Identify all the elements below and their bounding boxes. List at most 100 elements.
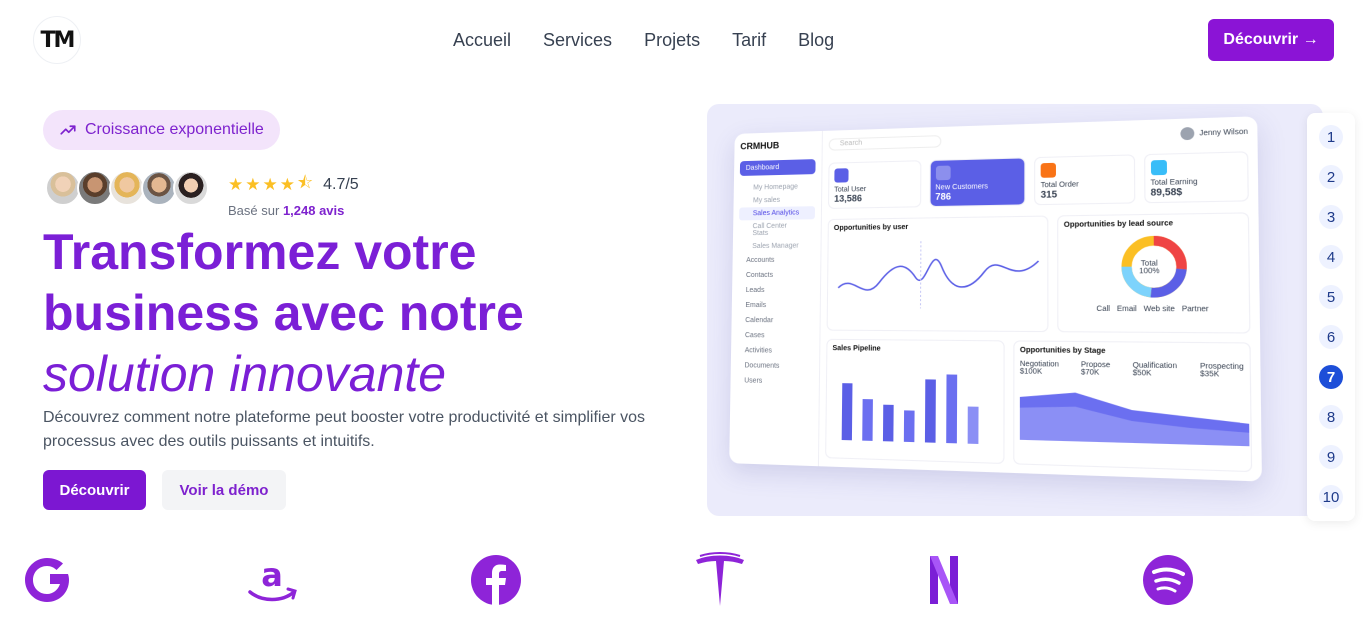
discover-button[interactable]: Découvrir: [43, 470, 146, 510]
dashboard-menu-item: Cases: [744, 332, 765, 340]
dashboard-menu-item: Activities: [744, 347, 772, 355]
page-button-5[interactable]: 5: [1319, 285, 1343, 309]
headline-italic: solution innovante: [43, 346, 447, 402]
avatar: [109, 170, 145, 206]
opportunities-by-user-panel: Opportunities by user: [826, 215, 1049, 333]
slide-pagination: 1 2 3 4 5 6 7 8 9 10: [1307, 113, 1355, 521]
donut-center-value: 100%: [1139, 267, 1160, 276]
dashboard-stat-cards: Total User 13,586 New Customers 786 Tota…: [828, 151, 1249, 209]
star-half-icon: ⯪: [297, 173, 314, 192]
growth-badge: Croissance exponentielle: [43, 110, 280, 150]
page-button-3[interactable]: 3: [1319, 205, 1343, 229]
stat-card-value: 315: [1040, 189, 1058, 200]
rating-count-prefix: Basé sur: [228, 203, 280, 218]
main-nav: Accueil Services Projets Tarif Blog: [453, 30, 834, 51]
avatar: [45, 170, 81, 206]
customer-avatars: [45, 170, 209, 206]
dashboard-topbar: Search Jenny Wilson: [828, 123, 1249, 153]
legend-item: Call: [1096, 305, 1111, 314]
demo-button[interactable]: Voir la démo: [162, 470, 286, 510]
google-logo-icon: [25, 558, 69, 602]
dashboard-submenu-item: Sales Manager: [752, 242, 799, 251]
landing-page: TM Accueil Services Projets Tarif Blog D…: [0, 0, 1366, 633]
stat-card: New Customers 786: [928, 157, 1026, 208]
nav-link-tarif[interactable]: Tarif: [732, 30, 766, 51]
hero-lead: Découvrez comment notre plateforme peut …: [43, 409, 646, 450]
dashboard-menu-item: Calendar: [745, 317, 774, 325]
page-button-10[interactable]: 10: [1319, 485, 1343, 509]
legend-item: Web site: [1143, 305, 1175, 314]
avatar: [1180, 126, 1195, 141]
dashboard-menu-active: Dashboard: [739, 159, 816, 176]
site-logo[interactable]: TM: [33, 16, 81, 64]
spotify-logo-icon: [1143, 555, 1193, 605]
legend-item: Email: [1116, 305, 1137, 314]
donut-legend: Call Email Web site Partner: [1064, 306, 1243, 314]
wallet-icon: [1150, 159, 1167, 176]
star-icon: ★: [245, 174, 261, 194]
dashboard-submenu-item: Sales Analytics: [739, 206, 816, 221]
rating-count-value: 1,248 avis: [282, 203, 345, 218]
donut-center: Total 100%: [1139, 260, 1160, 275]
stat-card-value: 13,586: [834, 193, 863, 204]
page-button-1[interactable]: 1: [1319, 125, 1343, 149]
dashboard-user-name: Jenny Wilson: [1199, 127, 1249, 137]
legend-item: Partner: [1181, 305, 1209, 314]
stage-item: Negotiation $100K: [1020, 361, 1059, 377]
dashboard-user: Jenny Wilson: [1180, 125, 1249, 141]
stage-item: Prospecting $35K: [1200, 363, 1244, 379]
nav-link-accueil[interactable]: Accueil: [453, 30, 511, 51]
dashboard-menu-item: Accounts: [746, 256, 775, 265]
dashboard-search: Search: [828, 135, 942, 151]
nav-link-services[interactable]: Services: [543, 30, 612, 51]
dashboard-mockup: CRMHUB Dashboard My Homepage My sales Sa…: [729, 116, 1262, 482]
star-icon: ★: [279, 174, 295, 194]
stage-item: Qualification $50K: [1133, 362, 1178, 378]
panel-title: Opportunities by Stage: [1019, 346, 1106, 356]
dashboard-sidebar: CRMHUB Dashboard My Homepage My sales Sa…: [729, 130, 823, 467]
trending-up-icon: [60, 125, 76, 135]
opportunities-by-source-panel: Opportunities by lead source Total 100% …: [1057, 212, 1251, 334]
netflix-logo-icon: [930, 556, 958, 604]
page-button-4[interactable]: 4: [1319, 245, 1343, 269]
nav-link-projets[interactable]: Projets: [644, 30, 700, 51]
avatar: [173, 170, 209, 206]
nav-link-blog[interactable]: Blog: [798, 30, 834, 51]
page-button-8[interactable]: 8: [1319, 405, 1343, 429]
cart-icon: [1040, 162, 1056, 178]
dashboard-brand: CRMHUB: [740, 140, 780, 152]
users-icon: [834, 168, 849, 183]
amazon-logo-icon: a: [248, 556, 297, 602]
headline-text: Transformez votre business avec notre: [43, 224, 524, 341]
growth-badge-label: Croissance exponentielle: [85, 121, 264, 138]
page-button-7[interactable]: 7: [1319, 365, 1343, 389]
hero-headline: Transformez votre business avec notre so…: [43, 222, 683, 405]
star-icon: ★: [262, 174, 278, 194]
star-icon: ★: [228, 174, 244, 194]
user-plus-icon: [935, 165, 951, 181]
page-button-2[interactable]: 2: [1319, 165, 1343, 189]
rating-stars: ★ ★ ★ ★ ⯪ 4.7/5: [228, 170, 359, 199]
page-button-9[interactable]: 9: [1319, 445, 1343, 469]
avatar: [141, 170, 177, 206]
dashboard-menu-item: Users: [744, 377, 763, 385]
page-button-6[interactable]: 6: [1319, 325, 1343, 349]
svg-text:a: a: [261, 556, 283, 594]
stat-card-value: 786: [935, 191, 952, 202]
stat-card: Total Earning 89,58$: [1143, 151, 1249, 204]
discover-button-label: Découvrir →: [1223, 31, 1319, 48]
area-chart: [1019, 391, 1250, 447]
discover-button-header[interactable]: Découvrir →: [1208, 19, 1334, 61]
avatar: [77, 170, 113, 206]
bar-chart: [841, 374, 979, 444]
donut-center-label: Total: [1140, 260, 1158, 268]
rating-score: 4.7/5: [323, 175, 359, 193]
rating-count: Basé sur 1,248 avis: [228, 203, 359, 218]
opportunities-by-stage-panel: Opportunities by Stage Negotiation $100K …: [1013, 340, 1253, 473]
partner-logos: a: [0, 548, 1366, 610]
stat-card-value: 89,58$: [1150, 186, 1183, 198]
stage-item: Propose $70K: [1081, 361, 1110, 377]
facebook-logo-icon: [471, 555, 521, 605]
dashboard-menu-item: Documents: [744, 362, 780, 370]
dashboard-menu-item: Contacts: [745, 271, 774, 280]
